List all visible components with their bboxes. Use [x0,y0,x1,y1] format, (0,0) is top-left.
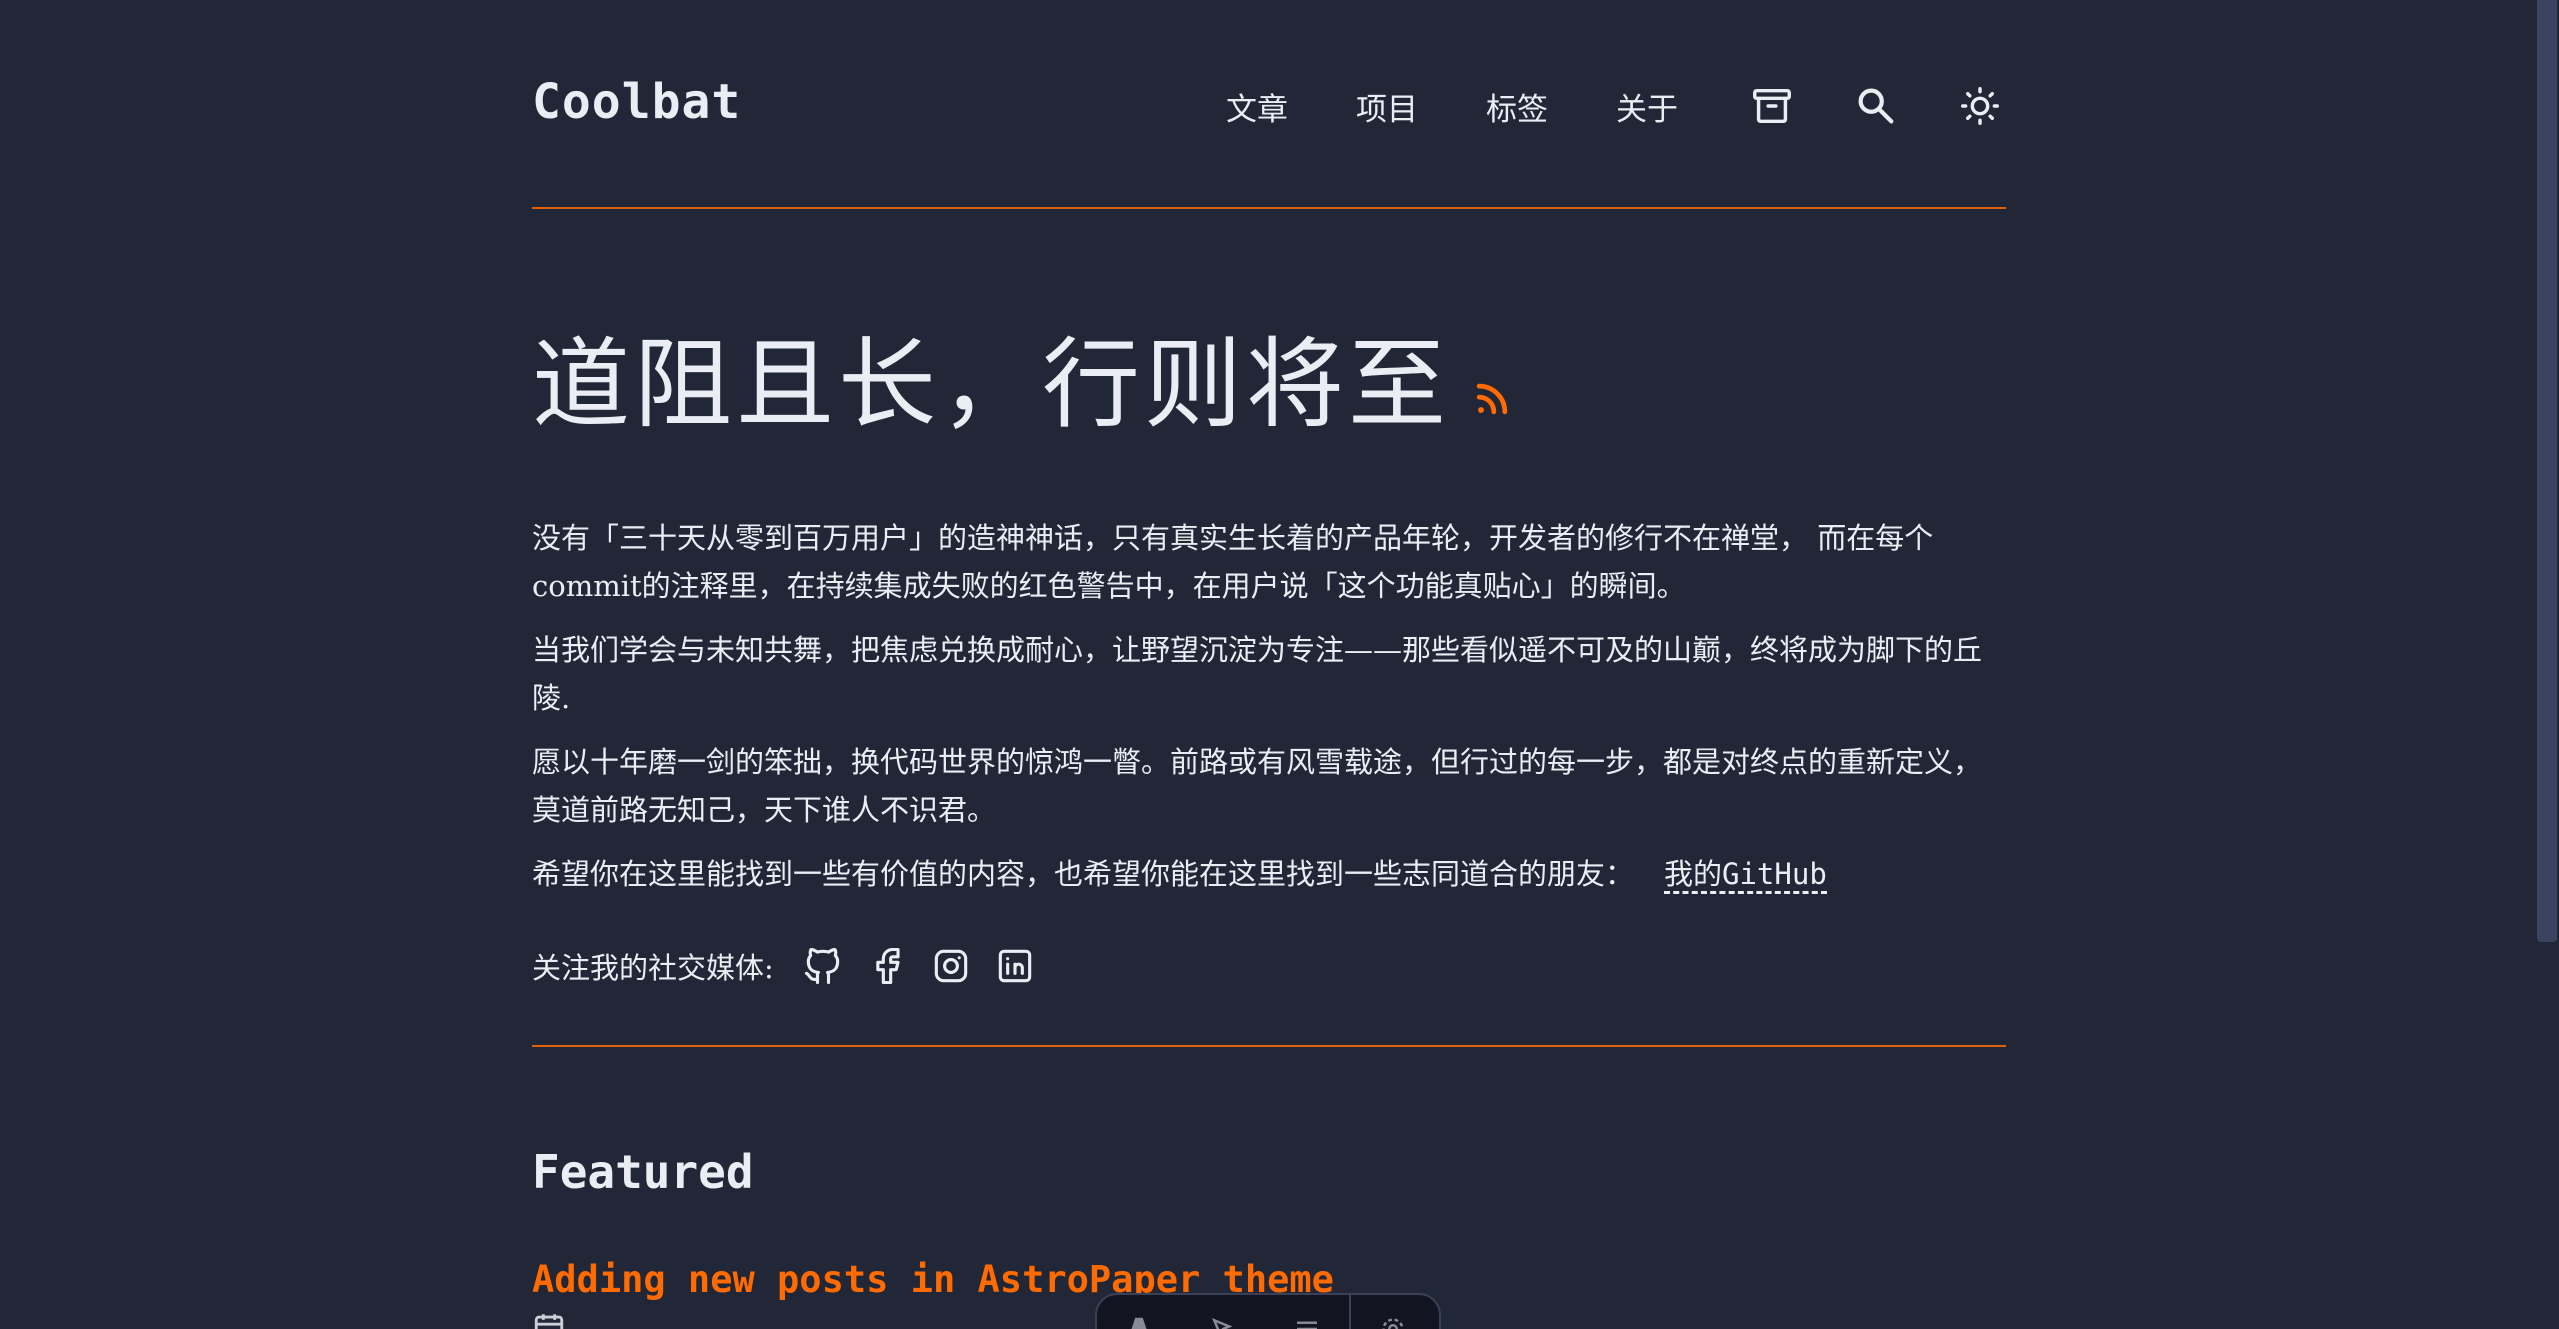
header-divider [532,207,2006,209]
nav-link-projects[interactable]: 项目 [1356,84,1418,129]
intro-paragraph-3: 愿以十年磨一剑的笨拙，换代码世界的惊鸿一瞥。前路或有风雪载途，但行过的每一步，都… [532,745,1983,827]
hero-title: 道阻且长，行则将至 [532,325,1514,445]
github-icon[interactable] [800,943,846,989]
menu-icon[interactable] [1265,1309,1349,1329]
instagram-icon[interactable] [928,943,974,989]
calendar-icon [534,1314,564,1329]
github-link[interactable]: 我的GitHub [1664,857,1827,894]
intro-paragraph-2: 当我们学会与未知共舞，把焦虑兑换成耐心，让野望沉淀为专注——那些看似遥不可及的山… [532,633,1983,715]
hero-divider [532,1045,2006,1047]
main-container: Coolbat 文章 项目 标签 关于 道阻且长，行则将至 没有「三十天从零到百… [532,0,2006,1329]
nav-link-tags[interactable]: 标签 [1486,84,1548,129]
linkedin-icon[interactable] [992,943,1038,989]
astro-icon[interactable] [1097,1309,1181,1329]
dev-toolbar [1095,1293,1441,1329]
inspect-icon[interactable] [1181,1309,1265,1329]
search-icon[interactable] [1850,80,1902,132]
settings-icon[interactable] [1351,1309,1435,1329]
social-links: 关注我的社交媒体: [532,936,1056,996]
rss-icon[interactable] [1470,377,1514,421]
social-label: 关注我的社交媒体: [532,951,774,985]
site-header: Coolbat 文章 项目 标签 关于 [532,0,2006,209]
sun-icon[interactable] [1954,80,2006,132]
facebook-icon[interactable] [864,943,910,989]
page: Coolbat 文章 项目 标签 关于 道阻且长，行则将至 没有「三十天从零到百… [0,0,2559,1329]
main-nav: 文章 项目 标签 关于 [1226,76,2006,136]
intro-paragraph-4-text: 希望你在这里能找到一些有价值的内容，也希望你能在这里找到一些志同道合的朋友： [532,857,1635,891]
intro-paragraph-1: 没有「三十天从零到百万用户」的造神神话，只有真实生长着的产品年轮，开发者的修行不… [532,521,1934,603]
intro-paragraph-4: 希望你在这里能找到一些有价值的内容，也希望你能在这里找到一些志同道合的朋友： 我的… [532,850,2006,898]
archive-icon[interactable] [1746,80,1798,132]
scrollbar-track[interactable] [2535,0,2559,1329]
featured-heading: Featured [532,1145,754,1199]
scrollbar-thumb[interactable] [2537,0,2557,942]
page-title: 道阻且长，行则将至 [532,328,1451,442]
site-logo[interactable]: Coolbat [532,74,741,130]
nav-link-posts[interactable]: 文章 [1226,84,1288,129]
nav-link-about[interactable]: 关于 [1616,84,1678,129]
post-meta [532,1310,586,1329]
